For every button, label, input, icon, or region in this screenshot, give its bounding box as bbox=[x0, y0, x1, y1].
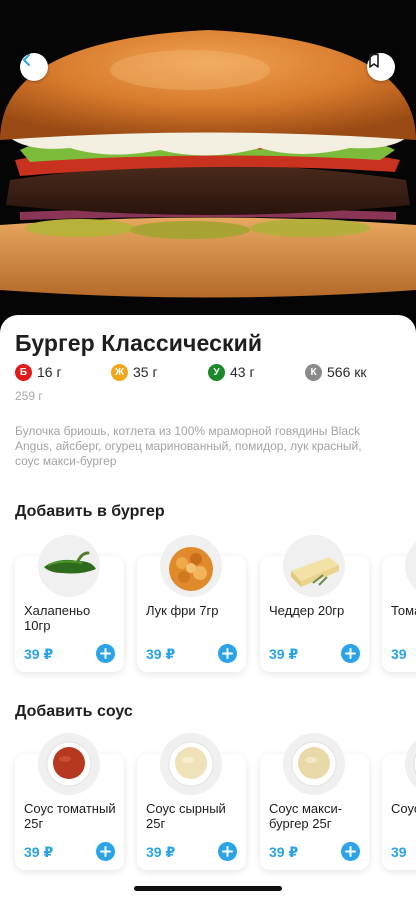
plus-icon bbox=[222, 648, 233, 659]
addon-card-tomato[interactable]: Тома 39 bbox=[382, 535, 416, 672]
burger-sauce-image bbox=[283, 733, 345, 795]
addon-price: 39 ₽ bbox=[24, 646, 54, 662]
fried-onion-image bbox=[160, 535, 222, 597]
carbs-badge: У bbox=[208, 363, 225, 381]
nutrition-fat: Ж 35 г bbox=[111, 363, 158, 381]
back-button[interactable] bbox=[20, 53, 48, 81]
sauce-price: 39 ₽ bbox=[269, 844, 299, 860]
sauce-price: 39 bbox=[391, 844, 407, 860]
sauce-card-tomato[interactable]: Соус томатный 25г 39 ₽ bbox=[15, 733, 124, 870]
sauces-carousel[interactable]: Соус томатный 25г 39 ₽ Соус сырный 25г 3… bbox=[0, 733, 416, 883]
sauce-name: Соус макси-бургер 25г bbox=[269, 801, 343, 831]
home-indicator[interactable] bbox=[134, 886, 282, 891]
jalapeno-image bbox=[38, 535, 100, 597]
addon-name: Тома bbox=[391, 603, 416, 618]
add-button[interactable] bbox=[218, 842, 237, 861]
cheese-sauce-image bbox=[160, 733, 222, 795]
addon-card-fried-onion[interactable]: Лук фри 7гр 39 ₽ bbox=[137, 535, 246, 672]
add-button[interactable] bbox=[341, 842, 360, 861]
sauce-name: Соус сырный 25г bbox=[146, 801, 226, 831]
plus-icon bbox=[100, 648, 111, 659]
sauces-section-title: Добавить соус bbox=[15, 703, 133, 720]
nutrition-protein: Б 16 г bbox=[15, 363, 62, 381]
plus-icon bbox=[345, 846, 356, 857]
bookmark-button[interactable] bbox=[367, 53, 395, 81]
bookmark-icon bbox=[369, 53, 379, 68]
sauce-price: 39 ₽ bbox=[24, 844, 54, 860]
carbs-value: 43 г bbox=[230, 364, 255, 380]
addon-name: Чеддер 20гр bbox=[269, 603, 345, 618]
fat-badge: Ж bbox=[111, 363, 128, 381]
cheddar-image bbox=[283, 535, 345, 597]
sauce-image bbox=[405, 733, 416, 795]
addon-name: Лук фри 7гр bbox=[146, 603, 219, 618]
protein-value: 16 г bbox=[37, 364, 62, 380]
product-title: Бургер Классический bbox=[15, 330, 263, 356]
add-button[interactable] bbox=[341, 644, 360, 663]
addons-section-title: Добавить в бургер bbox=[15, 503, 165, 520]
addons-carousel[interactable]: Халапеньо 10гр 39 ₽ Лук фри 7гр 39 ₽ Чед… bbox=[0, 535, 416, 685]
product-weight: 259 г bbox=[15, 389, 43, 403]
product-image bbox=[0, 0, 416, 340]
add-button[interactable] bbox=[96, 842, 115, 861]
tomato-sauce-image bbox=[38, 733, 100, 795]
burger-illustration bbox=[0, 30, 416, 298]
fat-value: 35 г bbox=[133, 364, 158, 380]
plus-icon bbox=[222, 846, 233, 857]
sauce-name: Соус томатный 25г bbox=[24, 801, 116, 831]
sauce-card-burger[interactable]: Соус макси-бургер 25г 39 ₽ bbox=[260, 733, 369, 870]
plus-icon bbox=[100, 846, 111, 857]
calories-value: 566 кк bbox=[327, 364, 367, 380]
nutrition-calories: К 566 кк bbox=[305, 363, 367, 381]
addon-card-jalapeno[interactable]: Халапеньо 10гр 39 ₽ bbox=[15, 535, 124, 672]
plus-icon bbox=[345, 648, 356, 659]
addon-price: 39 bbox=[391, 646, 407, 662]
product-description: Булочка бриошь, котлета из 100% мраморно… bbox=[15, 424, 362, 468]
sauce-price: 39 ₽ bbox=[146, 844, 176, 860]
addon-price: 39 ₽ bbox=[269, 646, 299, 662]
nutrition-carbs: У 43 г bbox=[208, 363, 255, 381]
protein-badge: Б bbox=[15, 363, 32, 381]
addon-name: Халапеньо 10гр bbox=[24, 603, 91, 633]
sauce-name: Соус bbox=[391, 801, 416, 816]
tomato-image bbox=[405, 535, 416, 597]
add-button[interactable] bbox=[218, 644, 237, 663]
addon-price: 39 ₽ bbox=[146, 646, 176, 662]
chevron-left-icon bbox=[23, 54, 30, 66]
sauce-card-cheese[interactable]: Соус сырный 25г 39 ₽ bbox=[137, 733, 246, 870]
product-details-sheet: Бургер Классический Б 16 г Ж 35 г У 43 г… bbox=[0, 315, 416, 900]
calories-badge: К bbox=[305, 363, 322, 381]
sauce-card-partial[interactable]: Соус 39 bbox=[382, 733, 416, 870]
addon-card-cheddar[interactable]: Чеддер 20гр 39 ₽ bbox=[260, 535, 369, 672]
add-button[interactable] bbox=[96, 644, 115, 663]
